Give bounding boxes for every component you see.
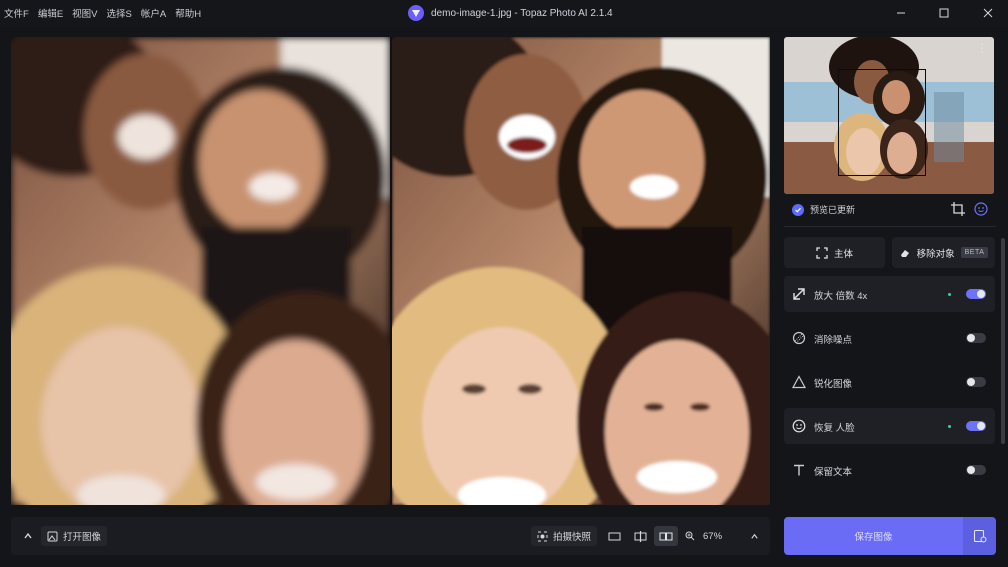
- feature-denoise-label: 消除噪点: [814, 335, 853, 346]
- more-options-icon[interactable]: ⋮: [976, 42, 988, 54]
- feature-preserve-text-label: 保留文本: [814, 467, 853, 478]
- subject-label: 主体: [833, 248, 853, 260]
- feature-denoise[interactable]: 消除噪点: [784, 320, 995, 356]
- chevron-up-icon: [751, 533, 758, 539]
- feature-face-recovery-label: 恢复 人脸: [814, 423, 855, 434]
- upscale-icon: [793, 288, 805, 300]
- original-photo: [11, 37, 390, 505]
- minimize-button[interactable]: [892, 4, 910, 22]
- open-image-button[interactable]: 打开图像: [41, 526, 108, 546]
- navigator-viewport-box[interactable]: [838, 69, 926, 176]
- title-bar: 文件F 编辑E 视图V 选择S 帐户A 帮助H demo-image-1.jpg…: [0, 0, 1008, 26]
- subject-button[interactable]: 主体: [784, 237, 885, 268]
- remove-object-label: 移除对象: [916, 248, 955, 260]
- sharpen-icon: [792, 375, 806, 389]
- menu-account[interactable]: 帐户A: [141, 6, 166, 20]
- sharpen-toggle[interactable]: [966, 377, 986, 387]
- menu-view[interactable]: 视图V: [72, 6, 97, 20]
- feature-face-recovery[interactable]: 恢复 人脸: [784, 408, 995, 444]
- feature-upscale-label: 放大 倍数 4x: [814, 291, 868, 302]
- text-icon: [794, 464, 804, 476]
- active-indicator-dot: [948, 293, 951, 296]
- split-view-icon: [634, 530, 646, 542]
- chevron-up-icon: [24, 532, 32, 539]
- menu-help[interactable]: 帮助H: [175, 6, 201, 20]
- upscale-toggle[interactable]: [966, 289, 986, 299]
- preview-status: 预览已更新: [792, 203, 855, 216]
- camera-icon: [537, 531, 548, 541]
- panel-divider: [784, 226, 996, 227]
- face-detect-icon[interactable]: [974, 202, 988, 216]
- single-view-button[interactable]: [603, 526, 625, 546]
- denoise-icon: [792, 331, 806, 345]
- topaz-logo-icon: [408, 5, 424, 21]
- crop-icon[interactable]: [951, 202, 965, 216]
- bottom-toolbar: 打开图像 拍摄快照 67%: [11, 517, 770, 555]
- preview-status-label: 预览已更新: [810, 205, 856, 215]
- menu-file[interactable]: 文件F: [4, 6, 29, 20]
- export-settings-button[interactable]: [963, 517, 996, 555]
- collapse-toggle-button[interactable]: [19, 526, 37, 546]
- app-window: 文件F 编辑E 视图V 选择S 帐户A 帮助H demo-image-1.jpg…: [0, 0, 1008, 567]
- feature-upscale[interactable]: 放大 倍数 4x: [784, 276, 995, 312]
- zoom-value: 67%: [703, 530, 723, 542]
- feature-preserve-text[interactable]: 保留文本: [784, 452, 995, 488]
- check-icon: [792, 203, 804, 216]
- split-view-button[interactable]: [629, 526, 651, 546]
- face-recovery-toggle[interactable]: [966, 421, 986, 431]
- beta-badge: BETA: [960, 247, 989, 258]
- window-title: demo-image-1.jpg - Topaz Photo AI 2.1.4: [431, 7, 613, 19]
- menu-bar: 文件F 编辑E 视图V 选择S 帐户A 帮助H: [4, 0, 201, 26]
- single-view-icon: [608, 532, 620, 540]
- feature-sharpen-label: 锐化图像: [814, 379, 853, 390]
- image-viewer[interactable]: [11, 37, 770, 505]
- save-image-button[interactable]: 保存图像: [784, 517, 963, 555]
- maximize-button[interactable]: [935, 4, 953, 22]
- preserve-text-toggle[interactable]: [966, 465, 986, 475]
- enhanced-photo: [392, 37, 770, 505]
- active-indicator-dot: [948, 425, 951, 428]
- side-by-side-icon: [659, 532, 673, 540]
- enhanced-image-pane: [392, 37, 770, 505]
- window-title-group: demo-image-1.jpg - Topaz Photo AI 2.1.4: [408, 3, 613, 23]
- zoom-icon: [685, 531, 695, 541]
- original-image-pane: [11, 37, 390, 505]
- denoise-toggle[interactable]: [966, 333, 986, 343]
- feature-sharpen[interactable]: 锐化图像: [784, 364, 995, 400]
- close-button[interactable]: [979, 4, 997, 22]
- save-image-label: 保存图像: [854, 532, 893, 543]
- zoom-control[interactable]: 67%: [685, 526, 765, 546]
- side-by-side-view-button[interactable]: [654, 526, 678, 546]
- menu-select[interactable]: 选择S: [107, 6, 132, 20]
- image-icon: [47, 531, 58, 541]
- panel-scrollbar[interactable]: [1001, 238, 1005, 444]
- face-icon: [792, 419, 806, 433]
- open-image-label: 打开图像: [63, 532, 102, 543]
- navigator-thumbnail[interactable]: ⋮: [784, 37, 994, 194]
- export-settings-icon: [973, 529, 986, 543]
- snapshot-label: 拍摄快照: [553, 532, 592, 543]
- menu-edit[interactable]: 编辑E: [38, 6, 63, 20]
- remove-object-button[interactable]: 移除对象 BETA: [892, 237, 995, 268]
- snapshot-button[interactable]: 拍摄快照: [531, 526, 598, 546]
- subject-select-icon: [816, 246, 828, 259]
- eraser-icon: [900, 249, 909, 257]
